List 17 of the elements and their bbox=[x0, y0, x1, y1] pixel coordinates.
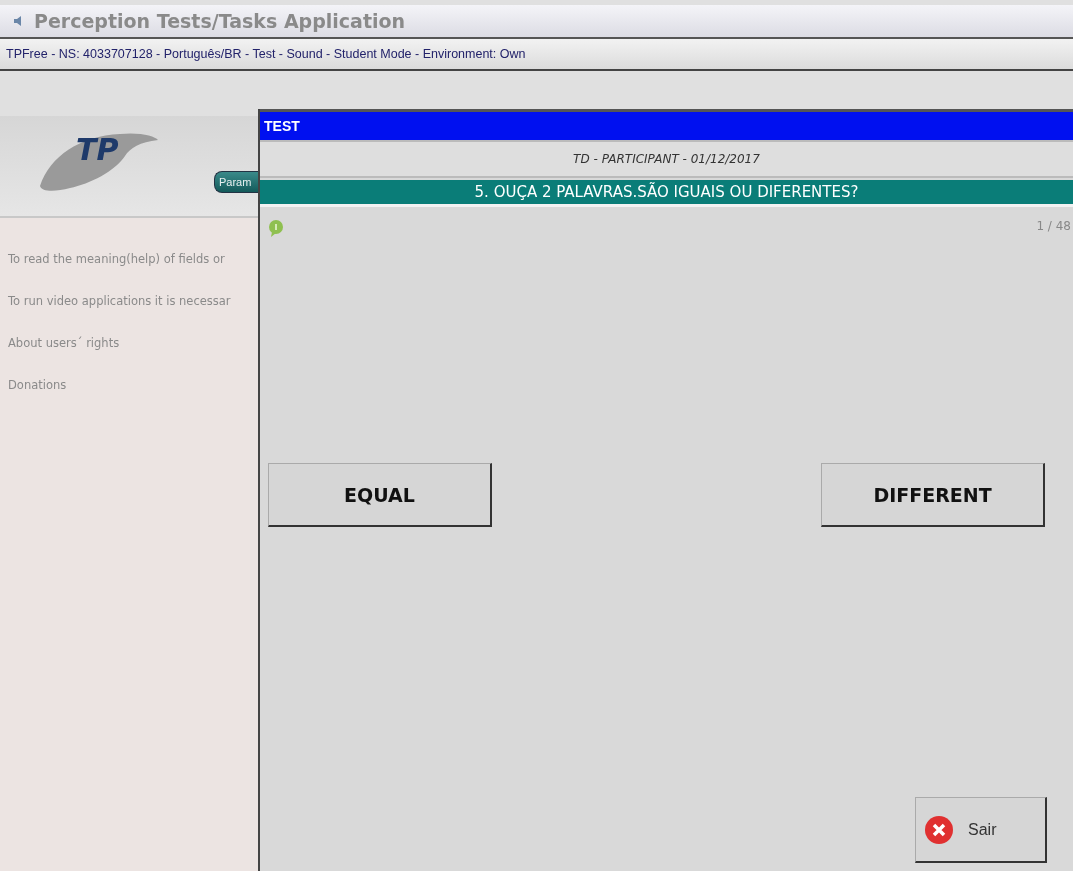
help-link[interactable]: About users´ rights bbox=[8, 336, 258, 350]
logo-text: TP bbox=[76, 132, 119, 167]
exit-button[interactable]: Sair bbox=[915, 797, 1047, 863]
question-counter: 1 / 48 bbox=[1036, 219, 1072, 233]
window-title: Perception Tests/Tasks Application bbox=[34, 10, 406, 32]
help-link[interactable]: Donations bbox=[8, 378, 258, 392]
answer-button[interactable]: DIFFERENT bbox=[821, 463, 1045, 527]
session-info: TPFree - NS: 4033707128 - Português/BR - Test - Sound - Student Mode - Environment: Own bbox=[6, 47, 526, 61]
info-bubble-icon bbox=[268, 219, 284, 237]
close-icon bbox=[924, 814, 954, 845]
participant-info: TD - PARTICIPANT - 01/12/2017 bbox=[573, 152, 760, 166]
help-link[interactable]: To read the meaning(help) of fields or bbox=[8, 252, 258, 266]
question-text: 5. OUÇA 2 PALAVRAS.SÃO IGUAIS OU DIFERENTES? bbox=[474, 183, 859, 201]
help-link[interactable]: To run video applications it is necessar bbox=[8, 294, 258, 308]
parameters-tab[interactable]: Param bbox=[214, 171, 258, 193]
dialog-title: TEST bbox=[264, 118, 300, 134]
answer-button[interactable]: EQUAL bbox=[268, 463, 492, 527]
